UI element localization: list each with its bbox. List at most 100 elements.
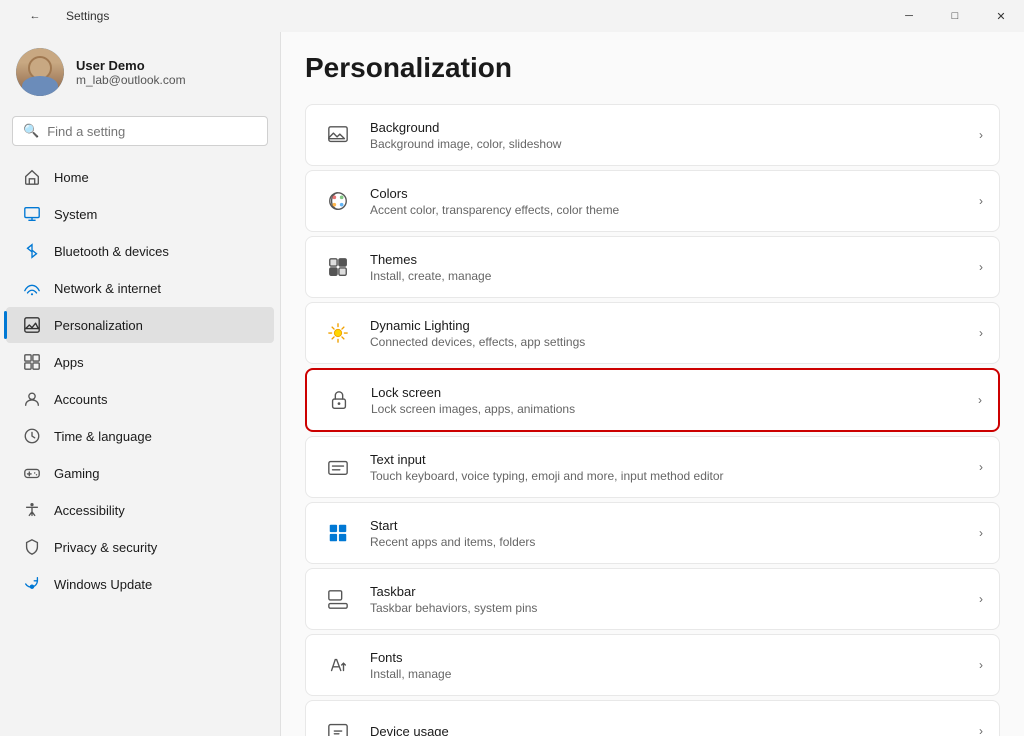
lock-screen-icon [323, 384, 355, 416]
chevron-right-icon: › [978, 393, 982, 407]
settings-item-title: Background [370, 120, 963, 135]
sidebar-item-network[interactable]: Network & internet [6, 270, 274, 306]
settings-item-start[interactable]: Start Recent apps and items, folders › [305, 502, 1000, 564]
taskbar-icon [322, 583, 354, 615]
back-button[interactable]: ← [12, 0, 58, 32]
text-input-icon [322, 451, 354, 483]
dynamic-lighting-icon [322, 317, 354, 349]
titlebar-left: ← Settings [12, 0, 109, 32]
close-button[interactable]: ✕ [978, 0, 1024, 32]
sidebar-item-home[interactable]: Home [6, 159, 274, 195]
sidebar-item-personalization[interactable]: Personalization [6, 307, 274, 343]
settings-item-title: Lock screen [371, 385, 962, 400]
settings-item-desc: Background image, color, slideshow [370, 137, 963, 151]
accounts-icon [22, 389, 42, 409]
app-title: Settings [66, 9, 109, 23]
settings-item-themes[interactable]: Themes Install, create, manage › [305, 236, 1000, 298]
sidebar-item-label: Home [54, 170, 89, 185]
settings-item-text: Taskbar Taskbar behaviors, system pins [370, 584, 963, 615]
settings-item-lock-screen[interactable]: Lock screen Lock screen images, apps, an… [305, 368, 1000, 432]
settings-item-taskbar[interactable]: Taskbar Taskbar behaviors, system pins › [305, 568, 1000, 630]
user-info: User Demo m_lab@outlook.com [76, 58, 186, 87]
privacy-icon [22, 537, 42, 557]
user-name: User Demo [76, 58, 186, 73]
sidebar-item-label: Network & internet [54, 281, 161, 296]
chevron-right-icon: › [979, 194, 983, 208]
chevron-right-icon: › [979, 526, 983, 540]
settings-item-title: Text input [370, 452, 963, 467]
sidebar: User Demo m_lab@outlook.com 🔍 Home Syste… [0, 32, 280, 736]
settings-item-dynamic-lighting[interactable]: Dynamic Lighting Connected devices, effe… [305, 302, 1000, 364]
apps-icon [22, 352, 42, 372]
settings-item-text: Themes Install, create, manage [370, 252, 963, 283]
accessibility-icon [22, 500, 42, 520]
settings-item-title: Colors [370, 186, 963, 201]
sidebar-item-apps[interactable]: Apps [6, 344, 274, 380]
themes-icon [322, 251, 354, 283]
sidebar-item-windows-update[interactable]: Windows Update [6, 566, 274, 602]
main-content: Personalization Background Background im… [280, 32, 1024, 736]
sidebar-item-label: System [54, 207, 97, 222]
update-icon [22, 574, 42, 594]
sidebar-item-label: Windows Update [54, 577, 152, 592]
fonts-icon [322, 649, 354, 681]
sidebar-item-time[interactable]: Time & language [6, 418, 274, 454]
chevron-right-icon: › [979, 658, 983, 672]
colors-icon [322, 185, 354, 217]
settings-item-text: Dynamic Lighting Connected devices, effe… [370, 318, 963, 349]
settings-item-device-usage[interactable]: Device usage › [305, 700, 1000, 736]
sidebar-item-gaming[interactable]: Gaming [6, 455, 274, 491]
sidebar-item-label: Apps [54, 355, 84, 370]
settings-item-text: Text input Touch keyboard, voice typing,… [370, 452, 963, 483]
gaming-icon [22, 463, 42, 483]
settings-item-text-input[interactable]: Text input Touch keyboard, voice typing,… [305, 436, 1000, 498]
page-title: Personalization [305, 52, 1000, 84]
settings-item-title: Themes [370, 252, 963, 267]
settings-item-title: Taskbar [370, 584, 963, 599]
sidebar-item-label: Time & language [54, 429, 152, 444]
settings-item-background[interactable]: Background Background image, color, slid… [305, 104, 1000, 166]
settings-item-title: Fonts [370, 650, 963, 665]
chevron-right-icon: › [979, 460, 983, 474]
sidebar-item-label: Gaming [54, 466, 100, 481]
network-icon [22, 278, 42, 298]
settings-item-desc: Lock screen images, apps, animations [371, 402, 962, 416]
nav-container: Home System Bluetooth & devices Network … [0, 158, 280, 603]
settings-item-desc: Connected devices, effects, app settings [370, 335, 963, 349]
background-icon [322, 119, 354, 151]
settings-item-text: Device usage [370, 724, 963, 736]
settings-item-fonts[interactable]: Fonts Install, manage › [305, 634, 1000, 696]
settings-item-text: Fonts Install, manage [370, 650, 963, 681]
sidebar-item-accounts[interactable]: Accounts [6, 381, 274, 417]
sidebar-item-label: Bluetooth & devices [54, 244, 169, 259]
start-icon [322, 517, 354, 549]
settings-item-text: Colors Accent color, transparency effect… [370, 186, 963, 217]
sidebar-item-label: Privacy & security [54, 540, 157, 555]
sidebar-item-system[interactable]: System [6, 196, 274, 232]
settings-item-text: Background Background image, color, slid… [370, 120, 963, 151]
settings-item-desc: Recent apps and items, folders [370, 535, 963, 549]
settings-item-colors[interactable]: Colors Accent color, transparency effect… [305, 170, 1000, 232]
settings-item-desc: Touch keyboard, voice typing, emoji and … [370, 469, 963, 483]
chevron-right-icon: › [979, 326, 983, 340]
settings-item-title: Dynamic Lighting [370, 318, 963, 333]
sidebar-item-accessibility[interactable]: Accessibility [6, 492, 274, 528]
home-icon [22, 167, 42, 187]
settings-item-desc: Install, manage [370, 667, 963, 681]
avatar [16, 48, 64, 96]
settings-item-text: Start Recent apps and items, folders [370, 518, 963, 549]
settings-item-desc: Install, create, manage [370, 269, 963, 283]
sidebar-item-privacy[interactable]: Privacy & security [6, 529, 274, 565]
device-usage-icon [322, 715, 354, 736]
sidebar-item-bluetooth[interactable]: Bluetooth & devices [6, 233, 274, 269]
user-profile[interactable]: User Demo m_lab@outlook.com [0, 32, 280, 112]
app-container: User Demo m_lab@outlook.com 🔍 Home Syste… [0, 32, 1024, 736]
maximize-button[interactable]: □ [932, 0, 978, 32]
system-icon [22, 204, 42, 224]
sidebar-item-label: Accounts [54, 392, 107, 407]
search-box[interactable]: 🔍 [12, 116, 268, 146]
time-icon [22, 426, 42, 446]
bluetooth-icon [22, 241, 42, 261]
minimize-button[interactable]: ─ [886, 0, 932, 32]
search-input[interactable] [47, 124, 257, 139]
